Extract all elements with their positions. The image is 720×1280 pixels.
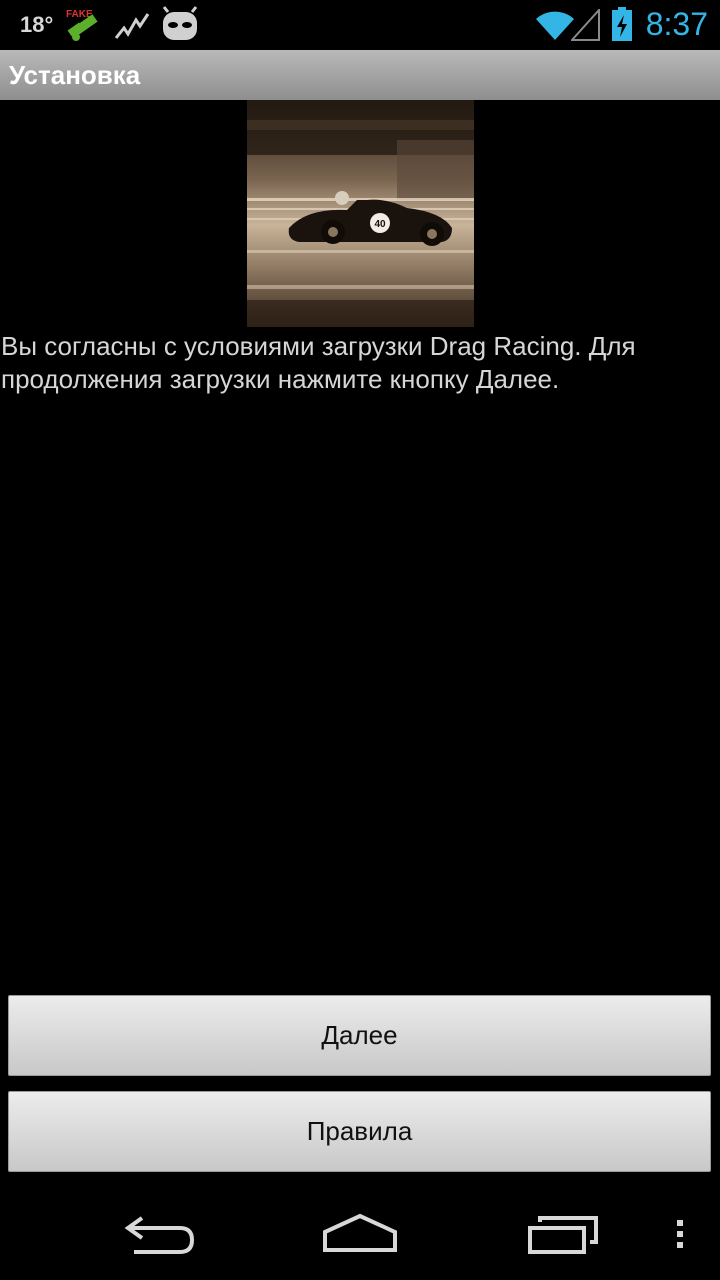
- status-bar: 18° FAKE 8:37: [0, 0, 720, 50]
- rules-button[interactable]: Правила: [8, 1091, 711, 1172]
- rules-button-label: Правила: [306, 1116, 413, 1146]
- next-button[interactable]: Далее: [8, 995, 711, 1076]
- signal-icon: [569, 7, 601, 46]
- screen: 18° FAKE 8:37 Установка 40 Вы согласны с…: [0, 0, 720, 1280]
- page-title: Установка: [9, 60, 141, 90]
- cyanogen-mascot-icon: [161, 6, 199, 47]
- recent-apps-icon[interactable]: [524, 1214, 600, 1261]
- status-temperature: 18°: [20, 12, 54, 37]
- activity-graph-icon: [114, 10, 150, 47]
- battery-charging-icon: [610, 6, 634, 47]
- race-car-photo: 40: [247, 100, 474, 327]
- back-icon[interactable]: [120, 1212, 198, 1263]
- home-icon[interactable]: [320, 1212, 400, 1261]
- agreement-message: Вы согласны с условиями загрузки Drag Ra…: [1, 331, 636, 394]
- next-button-label: Далее: [321, 1020, 398, 1050]
- wifi-icon: [534, 9, 576, 46]
- status-clock: 8:37: [645, 6, 708, 42]
- title-bar: Установка: [0, 50, 720, 100]
- fake-gps-icon: FAKE: [64, 6, 104, 49]
- menu-overflow-icon[interactable]: [674, 1218, 686, 1255]
- svg-text:40: 40: [374, 219, 386, 230]
- navigation-bar: [0, 1184, 720, 1280]
